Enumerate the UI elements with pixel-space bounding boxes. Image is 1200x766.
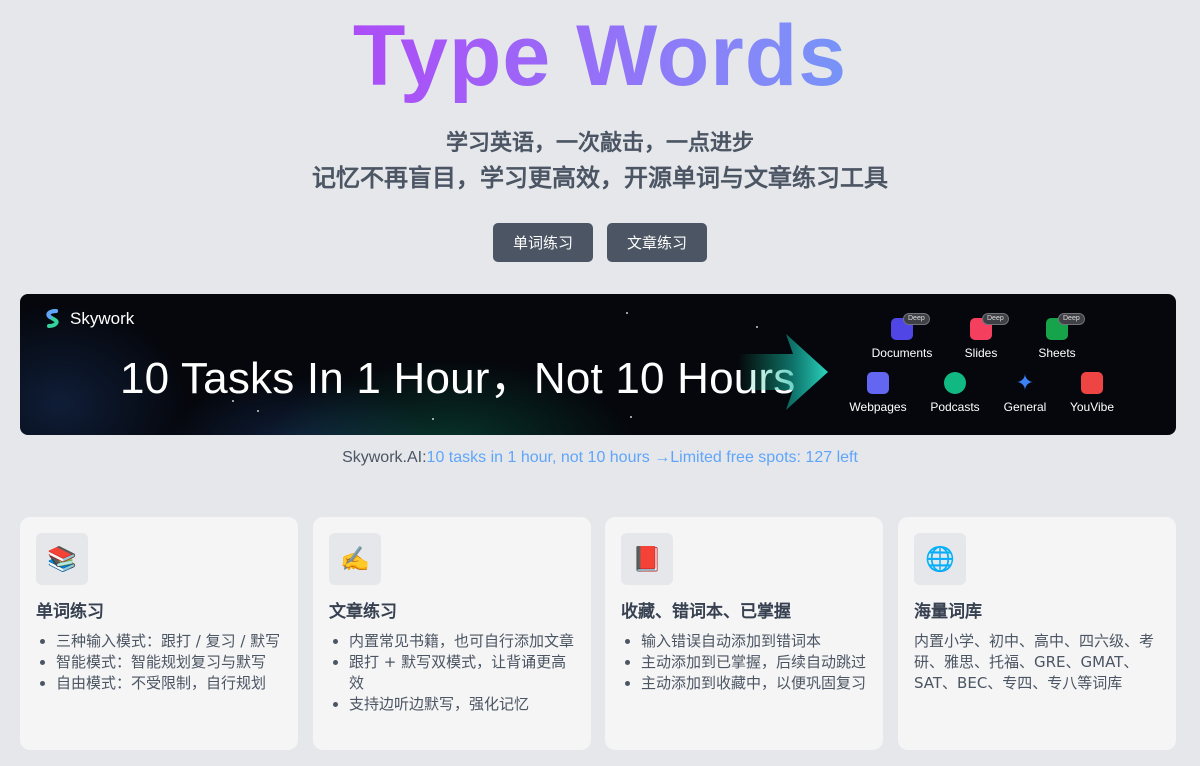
tool-webpages[interactable]: Webpages	[838, 372, 918, 414]
tool-slides[interactable]: Deep Slides	[941, 313, 1021, 360]
tool-label: YouVibe	[1069, 400, 1115, 414]
feature-title: 文章练习	[329, 602, 397, 622]
list-item: 自由模式：不受限制，自行规划	[56, 673, 282, 694]
list-item: 内置常见书籍，也可自行添加文章	[349, 631, 575, 652]
feature-title: 单词练习	[36, 602, 104, 622]
word-practice-button[interactable]: 单词练习	[493, 223, 593, 262]
feature-title: 收藏、错词本、已掌握	[621, 602, 791, 622]
slides-icon: Deep	[970, 313, 1009, 340]
article-practice-button[interactable]: 文章练习	[607, 223, 707, 262]
deep-badge: Deep	[1058, 313, 1085, 325]
feature-text: 内置小学、初中、高中、四六级、考研、雅思、托福、GRE、GMAT、SAT、BEC…	[914, 632, 1155, 692]
tagline: 学习英语，一次敲击，一点进步	[445, 131, 754, 156]
list-item: 输入错误自动添加到错词本	[641, 631, 867, 652]
books-icon: 📚	[36, 533, 88, 585]
tool-label: Webpages	[849, 400, 907, 414]
tool-label: General	[1003, 400, 1047, 414]
tool-label: Slides	[964, 346, 998, 360]
tool-label: Podcasts	[930, 400, 980, 414]
feature-card-dictionaries: 🌐 海量词库 内置小学、初中、高中、四六级、考研、雅思、托福、GRE、GMAT、…	[898, 517, 1176, 750]
tool-sheets[interactable]: Deep Sheets	[1017, 313, 1097, 360]
youvibe-icon	[1081, 372, 1103, 394]
promo-line: Skywork.AI:10 tasks in 1 hour, not 10 ho…	[0, 449, 1200, 467]
red-book-icon: 📕	[621, 533, 673, 585]
feature-list: 内置常见书籍，也可自行添加文章 跟打 + 默写双模式，让背诵更高效 支持边听边默…	[329, 631, 575, 715]
list-item: 主动添加到收藏中，以便巩固复习	[641, 673, 867, 694]
feature-card-collections: 📕 收藏、错词本、已掌握 输入错误自动添加到错词本 主动添加到已掌握，后续自动跳…	[605, 517, 883, 750]
skywork-logo: Skywork	[42, 308, 134, 330]
skywork-logo-icon	[46, 309, 59, 328]
banner-headline: 10 Tasks In 1 Hour，Not 10 Hours	[120, 354, 796, 403]
feature-card-article-practice: ✍️ 文章练习 内置常见书籍，也可自行添加文章 跟打 + 默写双模式，让背诵更高…	[313, 517, 591, 750]
list-item: 主动添加到已掌握，后续自动跳过	[641, 652, 867, 673]
writing-hand-icon: ✍️	[329, 533, 381, 585]
arrow-icon	[738, 334, 828, 410]
sparkle-icon: ✦	[1015, 370, 1035, 395]
sheets-icon: Deep	[1046, 313, 1085, 340]
webpages-icon	[867, 372, 889, 394]
list-item: 跟打 + 默写双模式，让背诵更高效	[349, 652, 575, 694]
skywork-brand: Skywork	[70, 309, 135, 328]
feature-list: 输入错误自动添加到错词本 主动添加到已掌握，后续自动跳过 主动添加到收藏中，以便…	[621, 631, 867, 694]
description: 记忆不再盲目，学习更高效，开源单词与文章练习工具	[312, 164, 888, 192]
globe-icon: 🌐	[914, 533, 966, 585]
list-item: 三种输入模式：跟打 / 复习 / 默写	[56, 631, 282, 652]
deep-badge: Deep	[982, 313, 1009, 325]
promo-link[interactable]: 10 tasks in 1 hour, not 10 hours →Limite…	[427, 449, 858, 466]
feature-card-word-practice: 📚 单词练习 三种输入模式：跟打 / 复习 / 默写 智能模式：智能规划复习与默…	[20, 517, 298, 750]
list-item: 支持边听边默写，强化记忆	[349, 694, 575, 715]
feature-list: 三种输入模式：跟打 / 复习 / 默写 智能模式：智能规划复习与默写 自由模式：…	[36, 631, 282, 694]
feature-title: 海量词库	[914, 602, 982, 622]
deep-badge: Deep	[903, 313, 930, 325]
skywork-ad-banner[interactable]: Skywork 10 Tasks In 1 Hour，Not 10 Hours …	[20, 294, 1176, 435]
list-item: 智能模式：智能规划复习与默写	[56, 652, 282, 673]
tool-podcasts[interactable]: Podcasts	[915, 372, 995, 414]
site-title: Type Words	[0, 6, 1200, 106]
tool-documents[interactable]: Deep Documents	[862, 313, 942, 360]
tool-youvibe[interactable]: YouVibe	[1052, 372, 1132, 414]
podcasts-icon	[944, 372, 966, 394]
promo-label: Skywork.AI:	[342, 449, 427, 466]
tool-label: Documents	[871, 346, 933, 360]
documents-icon: Deep	[891, 313, 930, 340]
tool-label: Sheets	[1038, 346, 1076, 360]
cta-buttons: 单词练习 文章练习	[0, 223, 1200, 262]
